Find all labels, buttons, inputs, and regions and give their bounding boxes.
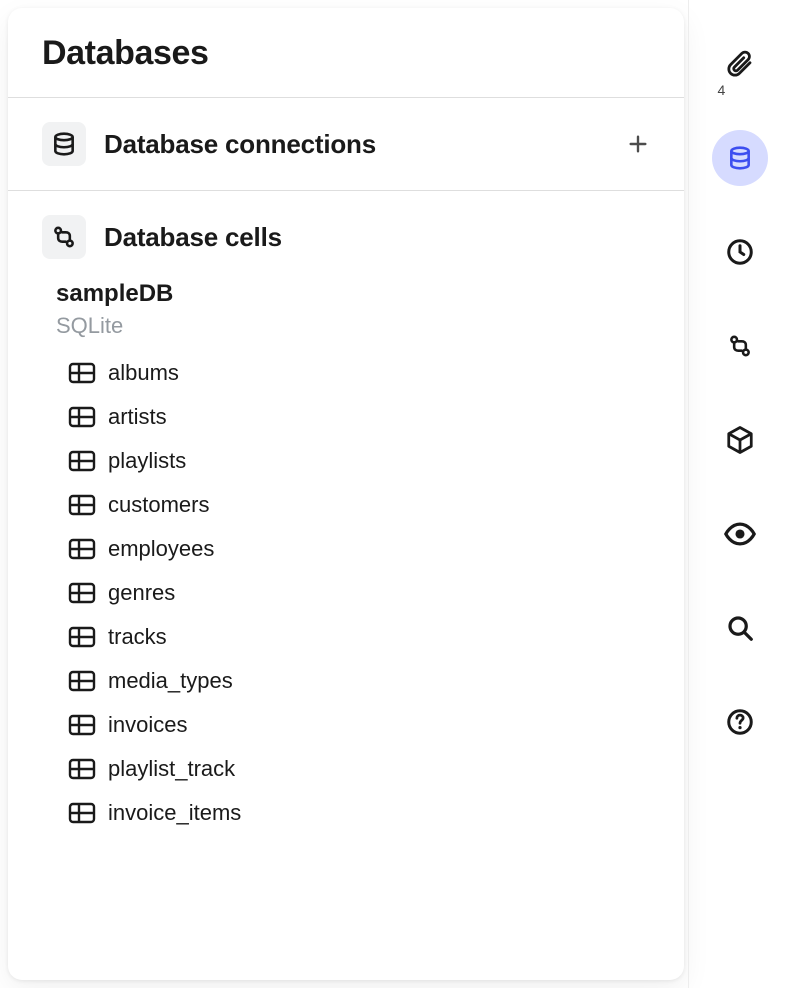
table-item[interactable]: albums bbox=[56, 351, 664, 395]
cells-icon bbox=[726, 332, 754, 360]
table-item[interactable]: media_types bbox=[56, 659, 664, 703]
databases-panel: Databases Database connections Database … bbox=[8, 8, 684, 980]
table-icon bbox=[68, 626, 96, 648]
table-item[interactable]: playlists bbox=[56, 439, 664, 483]
right-sidebar: 4 bbox=[688, 0, 790, 988]
table-item[interactable]: tracks bbox=[56, 615, 664, 659]
table-icon bbox=[68, 406, 96, 428]
table-name: artists bbox=[108, 404, 167, 430]
eye-icon bbox=[723, 519, 757, 549]
cells-section: Database cells bbox=[8, 191, 684, 269]
connections-section: Database connections bbox=[8, 98, 684, 190]
database-icon bbox=[42, 122, 86, 166]
cells-icon bbox=[42, 215, 86, 259]
table-name: media_types bbox=[108, 668, 233, 694]
table-name: playlists bbox=[108, 448, 186, 474]
sidebar-attachment-button[interactable]: 4 bbox=[712, 36, 768, 92]
table-name: invoices bbox=[108, 712, 187, 738]
table-icon bbox=[68, 450, 96, 472]
cells-section-title: Database cells bbox=[104, 222, 656, 253]
database-block[interactable]: sampleDB SQLite albums artists playlists… bbox=[56, 277, 664, 835]
table-icon bbox=[68, 670, 96, 692]
database-type: SQLite bbox=[56, 313, 664, 339]
sidebar-help-button[interactable] bbox=[712, 694, 768, 750]
table-icon bbox=[68, 362, 96, 384]
table-name: customers bbox=[108, 492, 209, 518]
search-icon bbox=[725, 613, 755, 643]
table-name: employees bbox=[108, 536, 214, 562]
table-icon bbox=[68, 758, 96, 780]
table-item[interactable]: invoices bbox=[56, 703, 664, 747]
sidebar-clock-button[interactable] bbox=[712, 224, 768, 280]
table-name: genres bbox=[108, 580, 175, 606]
database-name: sampleDB bbox=[56, 277, 664, 311]
sidebar-package-button[interactable] bbox=[712, 412, 768, 468]
tables-list: albums artists playlists customers emplo… bbox=[56, 351, 664, 835]
table-name: playlist_track bbox=[108, 756, 235, 782]
clock-icon bbox=[725, 237, 755, 267]
table-icon bbox=[68, 538, 96, 560]
table-name: tracks bbox=[108, 624, 167, 650]
table-item[interactable]: playlist_track bbox=[56, 747, 664, 791]
table-item[interactable]: customers bbox=[56, 483, 664, 527]
sidebar-search-button[interactable] bbox=[712, 600, 768, 656]
attachment-icon bbox=[725, 49, 755, 79]
table-item[interactable]: genres bbox=[56, 571, 664, 615]
table-name: invoice_items bbox=[108, 800, 241, 826]
connections-section-title: Database connections bbox=[104, 129, 620, 160]
sidebar-eye-button[interactable] bbox=[712, 506, 768, 562]
add-connection-button[interactable] bbox=[620, 126, 656, 162]
table-name: albums bbox=[108, 360, 179, 386]
table-icon bbox=[68, 494, 96, 516]
table-item[interactable]: artists bbox=[56, 395, 664, 439]
package-icon bbox=[725, 425, 755, 455]
attachments-count-badge: 4 bbox=[718, 82, 726, 98]
sidebar-cells-button[interactable] bbox=[712, 318, 768, 374]
panel-title: Databases bbox=[42, 34, 652, 73]
table-item[interactable]: employees bbox=[56, 527, 664, 571]
table-icon bbox=[68, 714, 96, 736]
help-icon bbox=[725, 707, 755, 737]
table-item[interactable]: invoice_items bbox=[56, 791, 664, 835]
sidebar-database-button[interactable] bbox=[712, 130, 768, 186]
table-icon bbox=[68, 582, 96, 604]
database-icon bbox=[727, 145, 753, 171]
table-icon bbox=[68, 802, 96, 824]
